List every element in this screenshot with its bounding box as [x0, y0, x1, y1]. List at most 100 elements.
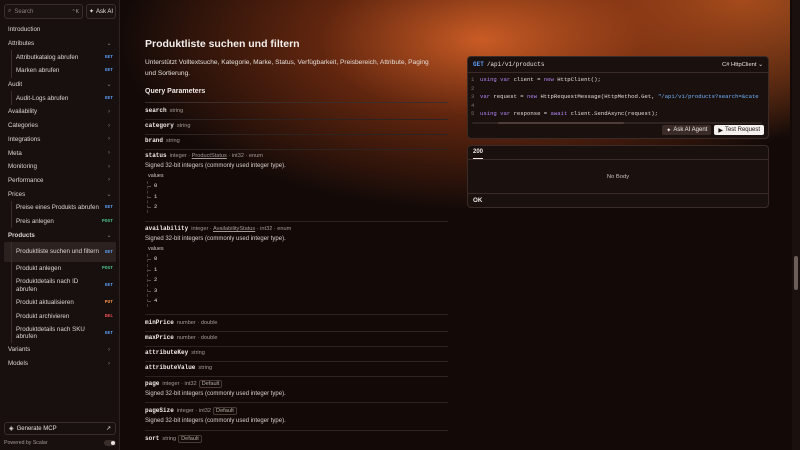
chevron-right-icon: ›: [108, 163, 110, 170]
sidebar-item-produkt-anlegen[interactable]: Produkt anlegen POST: [4, 262, 116, 276]
search-shortcut: ⌃K: [71, 8, 79, 15]
sidebar-item-produkt-aktualisieren[interactable]: Produkt aktualisieren PUT: [4, 295, 116, 310]
sidebar-item-label: Produkt anlegen: [16, 265, 62, 273]
divider: [145, 361, 448, 362]
client-selector[interactable]: C# HttpClient ⌄: [722, 62, 763, 68]
method-badge-post: POST: [101, 218, 113, 224]
sidebar-item-preise-abrufen[interactable]: Preise eines Produkts abrufen GET: [4, 200, 116, 215]
sidebar-item-label: Produktdetails nach SKU abrufen: [16, 325, 85, 341]
param-page: page integer · int32 Default Signed 32-bit…: [145, 380, 448, 397]
page-scrollbar[interactable]: [792, 0, 800, 450]
chevron-right-icon: ›: [108, 122, 110, 129]
powered-by-label[interactable]: Powered by Scalar: [4, 440, 104, 446]
param-type: string: [169, 108, 184, 114]
sidebar-item-audit-logs[interactable]: Audit-Logs abrufen GET: [4, 91, 116, 105]
sidebar-item-label: Preis anlegen: [16, 217, 54, 225]
chevron-right-icon: ›: [108, 346, 110, 353]
code-keyword: new: [543, 76, 554, 83]
sidebar-item-preis-anlegen[interactable]: Preis anlegen POST: [4, 214, 116, 229]
response-panel: 200 No Body OK: [467, 145, 769, 208]
page-title: Produktliste suchen und filtern: [145, 38, 300, 50]
test-request-label: Test Request: [724, 127, 760, 133]
param-type: string: [162, 436, 177, 442]
sidebar-item-categories[interactable]: Categories ›: [4, 119, 116, 133]
divider: [145, 149, 448, 150]
schema-link[interactable]: AvailabilityStatus: [213, 226, 255, 232]
sidebar-item-produkt-archivieren[interactable]: Produkt archivieren DEL: [4, 309, 116, 323]
enum-value: 2: [148, 275, 448, 286]
sidebar-item-products[interactable]: Products ⌄: [4, 228, 116, 242]
method-badge-post: POST: [101, 266, 113, 272]
sidebar-item-models[interactable]: Models ›: [4, 357, 116, 371]
method-badge-get: GET: [104, 205, 113, 211]
chevron-down-icon: ⌄: [106, 232, 112, 239]
sidebar-item-prices[interactable]: Prices ⌄: [4, 187, 116, 201]
enum-value: 1: [148, 265, 448, 276]
sidebar-item-produktliste[interactable]: Produktliste suchen und filtern GET: [4, 242, 116, 262]
sidebar-item-label: Audit: [8, 81, 23, 89]
sparkle-icon: ✦: [88, 9, 94, 15]
sidebar-footer: ◈ Generate MCP ↗ Powered by Scalar: [4, 422, 116, 446]
param-name: availability: [145, 225, 189, 232]
code-text: HttpClient();: [553, 76, 601, 83]
http-method: GET: [473, 61, 484, 68]
method-badge-get: GET: [104, 68, 113, 74]
param-type: number · double: [176, 335, 218, 341]
ask-ai-button[interactable]: ✦ Ask AI: [86, 4, 116, 19]
line-number: 2: [471, 84, 475, 92]
sidebar-item-produktdetails-id[interactable]: Produktdetails nach ID abrufen GET: [4, 275, 116, 296]
param-type: integer · int32: [162, 381, 197, 387]
sidebar-item-label: Variants: [8, 346, 31, 354]
code-text: client =: [510, 76, 544, 83]
sidebar-item-integrations[interactable]: Integrations ›: [4, 133, 116, 147]
divider: [145, 119, 448, 120]
schema-link[interactable]: ProductStatus: [192, 153, 227, 159]
code-keyword: using var: [480, 76, 511, 83]
chevron-down-icon: ⌄: [106, 191, 112, 198]
method-badge-get: GET: [104, 283, 113, 289]
ask-ai-agent-button[interactable]: ✦ Ask AI Agent: [662, 125, 712, 135]
code-text: client.SendAsync(request);: [567, 110, 658, 118]
sidebar-item-meta[interactable]: Meta ›: [4, 146, 116, 160]
code-line: 3 var request = new HttpRequestMessage(Ht…: [471, 93, 768, 102]
scrollbar-thumb[interactable]: [794, 256, 798, 290]
sidebar-item-label: Meta: [8, 149, 22, 157]
sidebar-item-label: Produktliste suchen und filtern: [16, 248, 99, 256]
test-request-button[interactable]: ▶ Test Request: [714, 125, 764, 135]
divider: [145, 376, 448, 377]
play-icon: ▶: [718, 127, 723, 134]
sidebar-item-label: Integrations: [8, 135, 41, 143]
sidebar-item-marken[interactable]: Marken abrufen GET: [4, 64, 116, 78]
search-icon: ⌕: [8, 8, 12, 14]
chevron-down-icon: ⌄: [106, 82, 112, 89]
response-tabs: 200: [468, 146, 768, 160]
sidebar-item-produktdetails-sku[interactable]: Produktdetails nach SKU abrufen GET: [4, 323, 116, 344]
sidebar-item-variants[interactable]: Variants ›: [4, 343, 116, 357]
tab-200[interactable]: 200: [473, 149, 484, 159]
method-badge-get: GET: [104, 54, 113, 60]
param-description: Signed 32-bit integers (commonly used in…: [145, 391, 286, 397]
sidebar-item-label: Availability: [8, 108, 38, 116]
param-page-size: pageSize integer · int32 Default Signed 32…: [145, 407, 448, 424]
sidebar-item-availability[interactable]: Availability ›: [4, 105, 116, 119]
sidebar-item-audit[interactable]: Audit ⌄: [4, 78, 116, 92]
code-sample-panel: GET /api/v1/products C# HttpClient ⌄ 1 us…: [467, 56, 769, 139]
sidebar-item-attributkatalog[interactable]: Attributkatalog abrufen GET: [4, 50, 116, 64]
generate-mcp-button[interactable]: ◈ Generate MCP ↗: [4, 422, 116, 435]
sidebar-item-introduction[interactable]: Introduction: [4, 23, 116, 37]
generate-mcp-label: Generate MCP: [16, 425, 57, 432]
sidebar-item-performance[interactable]: Performance ›: [4, 174, 116, 188]
sidebar-item-label: Prices: [8, 190, 26, 198]
sidebar-item-monitoring[interactable]: Monitoring ›: [4, 160, 116, 174]
theme-toggle[interactable]: [104, 440, 116, 446]
code-keyword: await: [550, 110, 568, 118]
param-type: string: [166, 138, 180, 144]
ask-ai-label: Ask AI: [96, 8, 114, 15]
values-heading: values: [148, 246, 164, 252]
search-input[interactable]: ⌕ Search ⌃K: [4, 4, 83, 19]
sidebar-item-label: Introduction: [8, 26, 41, 34]
param-description: Signed 32-bit integers (commonly used in…: [145, 236, 286, 242]
sidebar-item-attributes[interactable]: Attributes ⌄: [4, 37, 116, 51]
chevron-right-icon: ›: [108, 150, 110, 157]
code-scrollbar[interactable]: [472, 122, 762, 124]
